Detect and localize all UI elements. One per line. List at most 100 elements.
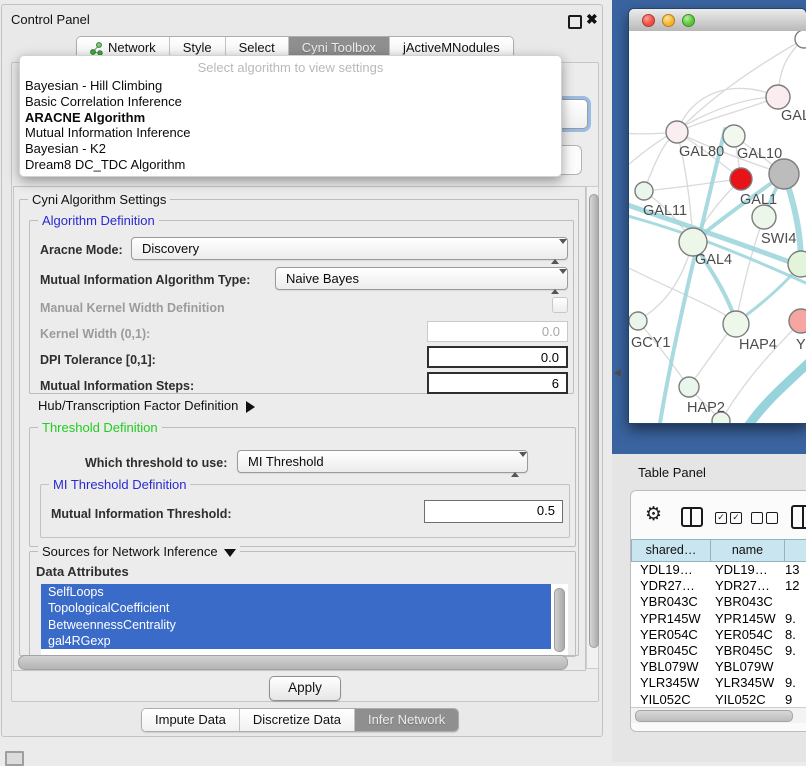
table-cell: YPR145W [711, 611, 785, 627]
select-all-icon[interactable]: ✓✓ [715, 512, 742, 524]
table-row[interactable]: YPR145WYPR145W9. [631, 611, 806, 627]
data-attribute-item[interactable]: SelfLoops [41, 584, 551, 600]
table-cell: YDL19… [711, 562, 785, 578]
dpi-tolerance-input[interactable]: 0.0 [427, 346, 568, 368]
data-attributes-list[interactable]: SelfLoopsTopologicalCoefficientBetweenne… [41, 584, 568, 655]
deselect-all-icon[interactable] [751, 512, 778, 524]
algorithm-option[interactable]: Bayesian - K2 [20, 141, 561, 157]
network-node[interactable] [788, 251, 806, 277]
kernel-width-input[interactable]: 0.0 [427, 321, 568, 342]
table-cell: 12 [785, 578, 806, 594]
stepper-icon [511, 454, 522, 469]
table-row[interactable]: YBR045CYBR045C9. [631, 643, 806, 659]
table-row[interactable]: YER054CYER054C8. [631, 627, 806, 643]
tab-impute-data[interactable]: Impute Data [142, 709, 239, 731]
table-cell: YER054C [711, 627, 785, 643]
mi-steps-input[interactable]: 6 [427, 372, 568, 394]
float-panel-icon[interactable] [568, 15, 582, 29]
algorithm-option[interactable]: Bayesian - Hill Climbing [20, 78, 561, 94]
network-node-gal[interactable] [766, 85, 790, 109]
table-row[interactable]: YDL19…YDL19…13 [631, 562, 806, 578]
network-canvas[interactable]: GALGAL80GAL10GAL1GAL11GAL4GCY1HAP4YHAP2S… [629, 31, 806, 423]
network-node-y[interactable] [789, 309, 806, 333]
sources-legend[interactable]: Sources for Network Inference [38, 544, 240, 559]
mi-type-value: Naive Bayes [286, 271, 359, 286]
table-row[interactable]: YIL052CYIL052C9 [631, 692, 806, 708]
threshold-definition-legend: Threshold Definition [38, 420, 162, 435]
settings-vertical-scrollbar[interactable] [586, 186, 599, 669]
network-node-hap4[interactable] [723, 311, 749, 337]
node-label: GAL80 [679, 144, 724, 160]
tab-discretize-data[interactable]: Discretize Data [239, 709, 354, 731]
column-header-name[interactable]: name [711, 539, 785, 562]
mi-threshold-input[interactable]: 0.5 [424, 500, 563, 523]
algorithm-dropdown-list: Bayesian - Hill ClimbingBasic Correlatio… [20, 78, 561, 173]
table-row[interactable]: YBR043CYBR043C [631, 594, 806, 610]
node-label: HAP4 [739, 337, 777, 353]
mi-threshold-group: MI Threshold Definition Mutual Informati… [40, 484, 570, 538]
hub-definition-toggle[interactable]: Hub/Transcription Factor Definition [38, 398, 255, 413]
table-cell: YPR145W [631, 611, 711, 627]
network-node-gal80[interactable] [666, 121, 688, 143]
network-node-gal10[interactable] [723, 125, 745, 147]
network-edge-highlighted [745, 357, 806, 423]
tab-label: Discretize Data [253, 709, 341, 731]
window-minimize-icon[interactable] [662, 14, 675, 27]
manual-kernel-checkbox[interactable] [552, 297, 568, 313]
network-node[interactable] [769, 159, 799, 189]
table-cell: YIL052C [631, 692, 711, 708]
mi-type-combobox[interactable]: Naive Bayes [275, 267, 568, 290]
mi-type-label: Mutual Information Algorithm Type: [40, 273, 250, 287]
window-close-icon[interactable] [642, 14, 655, 27]
algorithm-option[interactable]: ARACNE Algorithm [20, 110, 561, 126]
algorithm-option[interactable]: Mutual Information Inference [20, 125, 561, 141]
node-label: GAL1 [740, 192, 777, 208]
network-node-hap2[interactable] [679, 377, 699, 397]
tab-infer-network[interactable]: Infer Network [354, 709, 458, 731]
table-row[interactable]: YBL079WYBL079W [631, 659, 806, 675]
data-attribute-item[interactable]: TopologicalCoefficient [41, 600, 551, 616]
which-threshold-combobox[interactable]: MI Threshold [237, 450, 528, 473]
table-cell: YBL079W [631, 659, 711, 675]
table-cell: 8. [785, 627, 806, 643]
cyni-algorithm-settings-legend: Cyni Algorithm Settings [28, 192, 170, 207]
network-node-gal11[interactable] [635, 182, 653, 200]
list-scrollbar[interactable] [554, 588, 565, 652]
table-cell [785, 594, 806, 610]
algorithm-option[interactable]: Basic Correlation Inference [20, 94, 561, 110]
table-row[interactable]: YLR345WYLR345W9. [631, 675, 806, 691]
network-node-gcy1[interactable] [629, 312, 647, 330]
data-attribute-item[interactable]: gal4RGexp [41, 633, 551, 649]
splitter-arrow-icon[interactable] [614, 369, 621, 377]
mi-threshold-label: Mutual Information Threshold: [51, 507, 232, 521]
tab-label: Infer Network [368, 709, 445, 731]
table-horizontal-scrollbar[interactable] [631, 707, 806, 723]
network-edge [638, 321, 689, 387]
gear-icon[interactable]: ⚙ [645, 503, 662, 525]
dock-panel-icon[interactable] [5, 751, 24, 766]
table-function-icon[interactable] [791, 505, 806, 529]
network-window-titlebar[interactable] [629, 9, 806, 32]
algorithm-dropdown-placeholder: Select algorithm to view settings [20, 56, 561, 78]
network-node-gal1[interactable] [752, 205, 776, 229]
table-cell: YDR27… [631, 578, 711, 594]
close-icon[interactable]: ✖ [586, 11, 598, 28]
aracne-mode-combobox[interactable]: Discovery [131, 237, 568, 260]
control-panel-window: Control Panel ✖ NetworkStyleSelectCyni T… [1, 4, 603, 737]
node-label: GAL [781, 108, 806, 124]
network-node[interactable] [730, 168, 752, 190]
column-header-shared[interactable]: shared… [631, 539, 711, 562]
hub-definition-label: Hub/Transcription Factor Definition [38, 398, 238, 413]
table-row[interactable]: YDR27…YDR27…12 [631, 578, 806, 594]
columns-icon[interactable] [681, 507, 703, 527]
settings-horizontal-scrollbar[interactable] [18, 655, 568, 670]
window-zoom-icon[interactable] [682, 14, 695, 27]
data-attribute-item[interactable]: BetweennessCentrality [41, 617, 551, 633]
node-label: HAP2 [687, 400, 725, 416]
algorithm-option[interactable]: Dream8 DC_TDC Algorithm [20, 157, 561, 173]
apply-button[interactable]: Apply [269, 676, 341, 701]
aracne-mode-label: Aracne Mode: [40, 243, 123, 257]
table-cell: 13 [785, 562, 806, 578]
table-cell: YBR045C [711, 643, 785, 659]
column-header-extra[interactable] [785, 539, 806, 562]
